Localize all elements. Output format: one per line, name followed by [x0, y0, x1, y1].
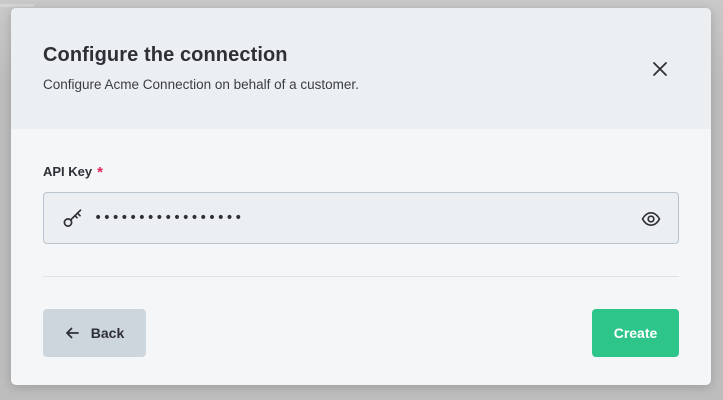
api-key-label-text: API Key [43, 164, 93, 179]
modal-subtitle: Configure Acme Connection on behalf of a… [43, 77, 359, 92]
modal-footer: Back Create [43, 309, 679, 357]
close-button[interactable] [649, 58, 671, 80]
divider [43, 276, 679, 277]
back-button-label: Back [90, 325, 125, 341]
api-key-label: API Key * [43, 163, 679, 181]
required-indicator: * [97, 164, 103, 181]
modal-body: API Key * Back Creat [11, 129, 711, 357]
modal-header: Configure the connection Configure Acme … [11, 8, 711, 129]
modal-title: Configure the connection [43, 44, 288, 66]
close-icon [653, 62, 667, 76]
eye-icon[interactable] [640, 208, 662, 230]
back-button[interactable]: Back [43, 309, 146, 357]
api-key-field[interactable] [43, 192, 679, 244]
create-button[interactable]: Create [592, 309, 679, 357]
backdrop-detail [0, 4, 34, 7]
arrow-left-icon [65, 327, 79, 339]
configure-connection-modal: Configure the connection Configure Acme … [11, 8, 711, 385]
api-key-input[interactable] [94, 193, 624, 243]
key-icon [63, 209, 82, 227]
